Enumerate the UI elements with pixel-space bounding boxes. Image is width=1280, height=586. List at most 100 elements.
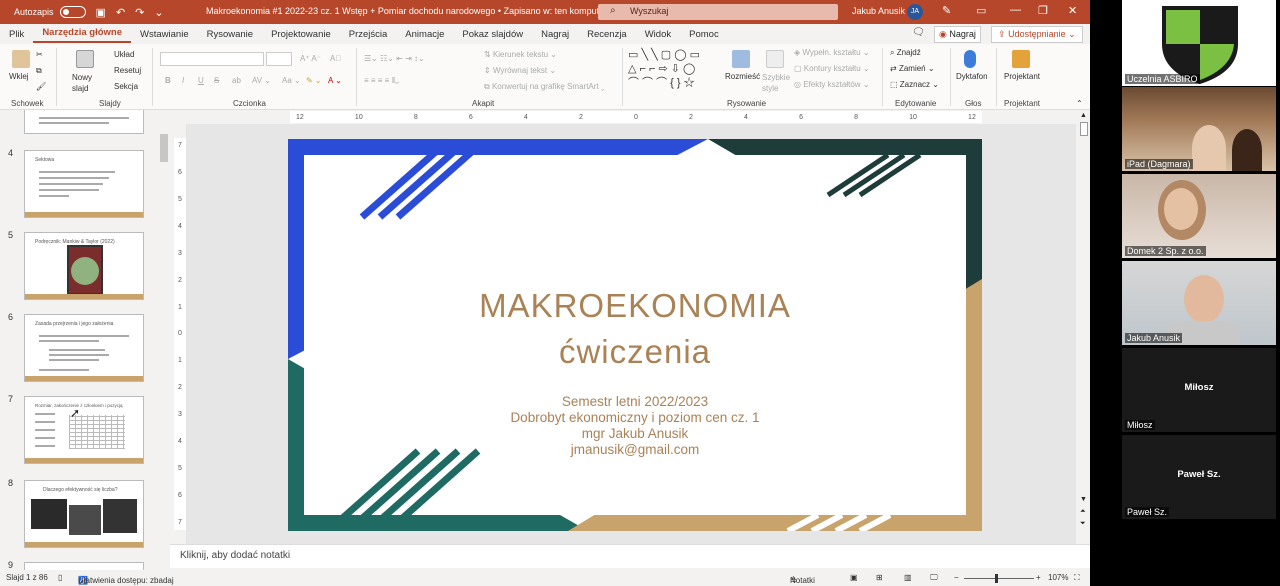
quick-styles-icon[interactable] — [766, 50, 784, 68]
replace-button[interactable]: ⇄ Zamień ⌄ — [890, 64, 935, 73]
font-color-icon[interactable]: A ⌄ — [328, 76, 342, 85]
paste-button[interactable]: Wklej — [9, 72, 29, 81]
tab-insert[interactable]: Wstawianie — [131, 29, 198, 40]
user-name[interactable]: Jakub Anusik — [852, 6, 905, 16]
underline-button[interactable]: U — [198, 76, 204, 85]
comment-icon[interactable]: 🗨 — [912, 27, 925, 38]
pen-icon[interactable]: ✎ — [942, 4, 951, 17]
slide-sorter-icon[interactable]: ⊞ — [876, 573, 883, 582]
strike-button[interactable]: S — [214, 76, 219, 85]
tab-view[interactable]: Widok — [636, 29, 680, 40]
tab-transitions[interactable]: Przejścia — [340, 29, 397, 40]
arrange-button[interactable]: Rozmieść — [725, 72, 760, 81]
copy-icon[interactable]: ⧉ — [36, 66, 42, 76]
spacing-icon[interactable]: AV ⌄ — [252, 76, 271, 85]
undo-icon[interactable]: ↶ — [116, 6, 125, 19]
share-button[interactable]: ⇪ Udostępnianie ⌄ — [991, 26, 1083, 43]
quick-styles-button[interactable]: Szybkie style — [762, 72, 792, 94]
participant-tile[interactable]: Miłosz Miłosz — [1122, 348, 1276, 432]
scroll-down-icon[interactable]: ▼ — [1080, 496, 1087, 503]
slideshow-icon[interactable]: 🖵 — [930, 573, 938, 583]
font-name-field[interactable] — [160, 52, 264, 66]
zoom-in-icon[interactable]: + — [1036, 573, 1041, 582]
arrange-icon[interactable] — [732, 50, 750, 68]
slide-thumbnail-8[interactable]: Dlaczego efektywność się liczba? — [24, 480, 144, 548]
fit-slide-icon[interactable]: ⛶ — [1074, 573, 1080, 583]
tab-review[interactable]: Recenzja — [578, 29, 636, 40]
next-slide-icon[interactable]: ⏷ — [1080, 520, 1086, 528]
zoom-slider-knob[interactable] — [995, 574, 998, 583]
current-slide[interactable]: MAKROEKONOMIA ćwiczenia Semestr letni 20… — [288, 139, 982, 531]
customize-qat-icon[interactable]: ⌄ — [154, 6, 163, 19]
designer-icon[interactable] — [1012, 50, 1030, 68]
italic-button[interactable]: I — [182, 76, 184, 85]
tab-help[interactable]: Pomoc — [680, 29, 728, 40]
tab-home[interactable]: Narzędzia główne — [33, 25, 132, 43]
collapse-ribbon-icon[interactable]: ⌃ — [1076, 99, 1083, 108]
participant-tile[interactable]: Paweł Sz. Paweł Sz. — [1122, 435, 1276, 519]
highlight-icon[interactable]: ✎ ⌄ — [306, 76, 322, 85]
redo-icon[interactable]: ↷ — [135, 6, 144, 19]
save-icon[interactable]: ▣ — [96, 6, 106, 19]
slide-subtitle-heading[interactable]: ćwiczenia — [288, 333, 982, 371]
autosave-toggle[interactable] — [59, 6, 86, 18]
restore-icon[interactable]: ❐ — [1038, 4, 1048, 17]
participant-tile[interactable]: Jakub Anusik — [1122, 261, 1276, 345]
new-slide-icon[interactable] — [76, 50, 94, 68]
slide-thumbnail-7[interactable]: Rozmiar, zakończenie z członkiem i pozyc… — [24, 396, 144, 464]
font-size-field[interactable] — [266, 52, 292, 66]
participant-tile[interactable]: iPad (Dagmara) — [1122, 87, 1276, 171]
designer-button[interactable]: Projektant — [1004, 72, 1040, 81]
notes-pane[interactable]: Kliknij, aby dodać notatki — [170, 544, 1090, 568]
slide-author-line[interactable]: mgr Jakub Anusik — [288, 426, 982, 442]
bold-button[interactable]: B — [165, 76, 171, 85]
text-direction-button[interactable]: ⇅ Kierunek tekstu ⌄ — [484, 50, 557, 59]
tab-record[interactable]: Nagraj — [532, 29, 578, 40]
participant-tile[interactable]: Uczelnia ASBIRO — [1122, 0, 1276, 86]
scroll-up-icon[interactable]: ▲ — [1080, 112, 1087, 119]
cut-icon[interactable]: ✂ — [36, 50, 43, 59]
bullets-icon[interactable]: ☰⌄ ☷⌄ ⇤ ⇥ ↕⌄ — [364, 54, 425, 63]
close-icon[interactable]: ✕ — [1068, 4, 1077, 17]
slide-thumbnail-5[interactable]: Podręcznik: Mankiw & Taylor (2022) — [24, 232, 144, 300]
format-painter-icon[interactable]: 🖌 — [36, 82, 46, 91]
slide-title[interactable]: MAKROEKONOMIA — [288, 287, 982, 325]
document-title[interactable]: Makroekonomia #1 2022-23 cz. 1 Wstęp + P… — [206, 6, 617, 17]
section-button[interactable]: Sekcja — [114, 82, 138, 91]
search-box[interactable]: ⌕ Wyszukaj — [598, 4, 838, 20]
select-button[interactable]: ⬚ Zaznacz ⌄ — [890, 80, 939, 89]
tab-slideshow[interactable]: Pokaz slajdów — [453, 29, 532, 40]
clear-format-icon[interactable]: A⃠ — [330, 54, 341, 63]
zoom-level[interactable]: 107% — [1048, 573, 1068, 582]
new-slide-button[interactable]: Nowy slajd — [72, 72, 98, 94]
ribbon-display-icon[interactable]: ▭ — [976, 4, 986, 17]
normal-view-icon[interactable]: ▣ — [850, 573, 858, 582]
shapes-gallery[interactable]: ▭ ╲ ╲ ▢ ◯ ▭ △ ⌐ ⌐ ⇨ ⇩ ◯ ⌒ ⌒ ⌒ { } ☆ — [628, 48, 720, 90]
align-icons[interactable]: ≡ ≡ ≡ ≡ ⫴⌄ — [364, 76, 399, 86]
scroll-thumb[interactable] — [1080, 122, 1088, 136]
slide-thumbnail-9[interactable] — [24, 562, 144, 570]
shape-effects-button[interactable]: ◎ Efekty kształtów ⌄ — [794, 80, 870, 89]
smartart-button[interactable]: ⧉ Konwertuj na grafikę SmartArt ⌄ — [484, 82, 605, 92]
align-text-button[interactable]: ⇕ Wyrównaj tekst ⌄ — [484, 66, 556, 75]
user-avatar[interactable]: JA — [907, 4, 923, 20]
find-button[interactable]: ⌕ Znajdź — [890, 48, 921, 58]
thumbnail-scrollbar[interactable] — [158, 110, 170, 570]
slide-email-line[interactable]: jmanusik@gmail.com — [288, 442, 982, 458]
zoom-out-icon[interactable]: − — [954, 573, 959, 582]
spelling-icon[interactable]: ▯ — [58, 573, 62, 582]
grow-font-icon[interactable]: A⁺ A⁻ — [300, 54, 321, 63]
record-button[interactable]: ◉ Nagraj — [934, 26, 981, 43]
dictate-button[interactable]: Dyktafon — [956, 72, 988, 81]
slide-semester-line[interactable]: Semestr letni 2022/2023 — [288, 394, 982, 410]
shape-outline-button[interactable]: ▢ Kontury kształtu ⌄ — [794, 64, 870, 73]
layout-button[interactable]: Układ — [114, 50, 134, 59]
prev-slide-icon[interactable]: ⏶ — [1080, 508, 1086, 516]
slide-thumbnail-3[interactable] — [24, 110, 144, 134]
tab-file[interactable]: Plik — [0, 29, 33, 40]
case-icon[interactable]: Aa ⌄ — [282, 76, 301, 85]
reset-button[interactable]: Resetuj — [114, 66, 141, 75]
paste-icon[interactable] — [12, 50, 30, 68]
scroll-thumb[interactable] — [160, 134, 168, 162]
shadow-icon[interactable]: ab — [232, 76, 241, 85]
